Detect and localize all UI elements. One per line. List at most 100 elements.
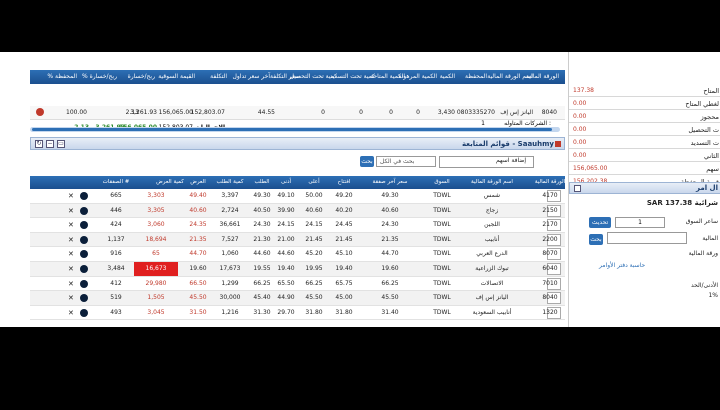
cell-bid: 40.50 xyxy=(253,206,271,214)
cell-open: 45.10 xyxy=(335,250,353,258)
col-header: السوق xyxy=(434,179,450,185)
orderbook-calculator-link[interactable]: حاسبة دفتر الأوامر xyxy=(599,262,645,269)
account-value: 0.00 xyxy=(573,152,587,159)
trade-icon[interactable] xyxy=(80,235,88,244)
table-row[interactable]: 4170 شمس TDWL 49.30 49.20 50.00 49.10 49.30 3,39… xyxy=(30,189,565,204)
delete-icon[interactable]: ✕ xyxy=(68,250,74,258)
cell-name: شمس xyxy=(483,192,501,199)
trade-icon[interactable] xyxy=(80,250,88,259)
scrollbar-thumb[interactable] xyxy=(32,128,552,131)
cell-trades: 665 xyxy=(110,192,122,199)
horizontal-scrollbar[interactable] xyxy=(30,127,560,132)
trade-icon[interactable] xyxy=(80,206,88,215)
limit-label: الأدنى/الحد xyxy=(691,282,718,289)
remove-icon[interactable] xyxy=(36,108,44,116)
cell-bid: 24.30 xyxy=(253,221,271,229)
security-label: المالية xyxy=(702,235,718,242)
cell-ask: 40.60 xyxy=(189,206,207,214)
security-input[interactable] xyxy=(607,232,687,244)
cell-ask-qty: 3,305 xyxy=(147,206,165,214)
cell-trades: 412 xyxy=(110,279,122,287)
cell-bid-qty: 1,299 xyxy=(221,279,239,287)
cell-low: 39.90 xyxy=(277,206,295,214)
cell-market: TDWL xyxy=(433,264,451,272)
delete-icon[interactable]: ✕ xyxy=(68,294,74,302)
col-header: آخر سعر تداول xyxy=(232,73,270,80)
delete-icon[interactable]: ✕ xyxy=(68,221,74,229)
delete-icon[interactable]: ✕ xyxy=(68,207,74,215)
search-button[interactable]: بحث xyxy=(360,156,374,167)
cell-ask-qty: 16,673 xyxy=(145,264,167,272)
cell: 44.55 xyxy=(257,109,275,116)
cell-high: 66.25 xyxy=(305,279,323,287)
trade-icon[interactable] xyxy=(80,192,88,200)
watchlist-table: الورقة المالية اسم الورقة المالية السوق … xyxy=(30,176,565,321)
cell-market: TDWL xyxy=(433,294,451,302)
cell-bid: 31.30 xyxy=(253,308,271,316)
col-header: سعر التكلفة xyxy=(270,73,300,80)
col-header: سعر آخر صفقة xyxy=(372,179,408,185)
cell-low: 65.50 xyxy=(277,279,295,287)
cell-low: 44.60 xyxy=(277,250,295,258)
cell-open: 24.45 xyxy=(335,221,353,229)
table-row[interactable]: 2150 زجاج TDWL 40.60 40.20 40.60 39.90 40.50 2,7… xyxy=(30,203,565,219)
watchlist-header: الورقة المالية اسم الورقة المالية السوق … xyxy=(30,176,565,189)
delete-icon[interactable]: ✕ xyxy=(68,236,74,244)
col-header: أعلى xyxy=(308,179,320,185)
cell-open: 49.20 xyxy=(335,192,353,199)
cell-market: TDWL xyxy=(433,221,451,229)
collapse-icon[interactable] xyxy=(574,185,581,192)
lookup-button[interactable]: بحث xyxy=(589,234,603,245)
cell-ask-qty: 3,303 xyxy=(147,192,165,199)
cell-trades: 1,137 xyxy=(107,235,125,243)
update-button[interactable]: تحديث xyxy=(589,217,611,228)
cell-name: الاتصالات xyxy=(480,279,504,287)
cell-name: الدرع العربي xyxy=(476,250,508,258)
col-header: أدنى xyxy=(280,179,292,185)
account-label: ت التحصيل xyxy=(688,126,719,134)
table-row[interactable]: 8070 الدرع العربي TDWL 44.70 45.10 45.20 44.60… xyxy=(30,247,565,262)
table-row[interactable]: 7010 الاتصالات TDWL 66.25 65.75 66.25 65.50 66.… xyxy=(30,277,565,292)
trade-icon[interactable] xyxy=(80,279,88,288)
cell-bid: 44.60 xyxy=(253,250,271,258)
cell-last: 66.25 xyxy=(381,279,399,287)
minimize-icon[interactable]: − xyxy=(46,140,54,148)
delete-icon[interactable]: ✕ xyxy=(68,309,74,317)
trade-icon[interactable] xyxy=(80,308,88,317)
trade-icon[interactable] xyxy=(80,294,88,303)
col-header: الكمية xyxy=(439,73,455,80)
cell-open: 19.40 xyxy=(335,264,353,272)
table-row[interactable]: 8040 اليانز إس إف TDWL 45.50 45.00 45.50 44.90… xyxy=(30,291,565,306)
cell-bid: 49.30 xyxy=(253,192,271,199)
col-header: الطلب xyxy=(254,179,270,185)
cell-market: TDWL xyxy=(433,235,451,243)
cell-high: 45.20 xyxy=(305,250,323,258)
trade-icon[interactable] xyxy=(80,264,88,273)
delete-icon[interactable]: ✕ xyxy=(68,280,74,288)
delete-icon[interactable]: ✕ xyxy=(68,192,74,200)
col-header: القيمة السوقية xyxy=(158,73,195,80)
close-icon[interactable] xyxy=(555,141,561,147)
maximize-icon[interactable]: ▭ xyxy=(57,140,65,148)
account-value: 0.00 xyxy=(573,100,587,107)
quantity-select[interactable]: 1 xyxy=(615,217,665,228)
search-scope-select[interactable]: بحث في الكل xyxy=(376,156,436,167)
portfolio-header: الورقة المالية اسم الورقة المالية المحفظ… xyxy=(30,70,565,84)
table-row[interactable]: 1320 أنابيب السعودية TDWL 31.40 31.80 31.80 29… xyxy=(30,306,565,321)
cell-open: 31.80 xyxy=(335,308,353,316)
account-row: 0.00 لغطي المتاح xyxy=(569,98,720,110)
security-name-label: ورقة المالية xyxy=(688,250,718,257)
account-row: 0.00 ت التحصيل xyxy=(569,124,720,136)
delete-icon[interactable]: ✕ xyxy=(68,265,74,273)
cell-code: 8070 xyxy=(542,250,558,258)
refresh-icon[interactable]: ↻ xyxy=(35,140,43,148)
col-header: الكمية المتاحة xyxy=(370,73,405,80)
table-row[interactable]: 2170 اللجين TDWL 24.30 24.45 24.15 24.15 24.30 3… xyxy=(30,218,565,233)
table-row[interactable]: 6040 تبوك الزراعية TDWL 19.60 19.40 19.95 19.4… xyxy=(30,261,565,277)
account-label: محجوز xyxy=(700,113,719,121)
cell-open: 45.00 xyxy=(335,294,353,302)
cell-ask: 49.40 xyxy=(189,192,207,199)
trade-icon[interactable] xyxy=(80,221,88,230)
cell-name: أنابيب السعودية xyxy=(472,308,512,316)
table-row[interactable]: 2200 أنابيب TDWL 21.35 21.45 21.45 21.00 21.30 7… xyxy=(30,232,565,248)
